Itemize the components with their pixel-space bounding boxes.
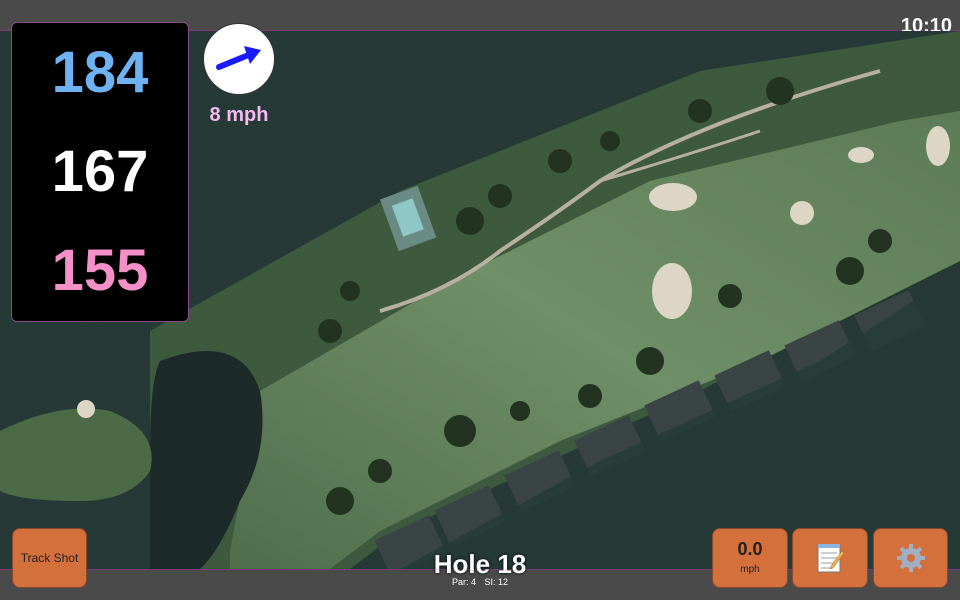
front-yardage: 155 bbox=[51, 238, 149, 304]
wind-direction-arrow-icon bbox=[216, 46, 261, 70]
track-shot-button[interactable]: Track Shot bbox=[12, 528, 87, 588]
track-shot-label: Track Shot bbox=[20, 551, 79, 565]
wind-speed: 8 mph bbox=[209, 104, 269, 126]
back-yardage: 184 bbox=[51, 39, 149, 105]
hole-par: Par: 4 bbox=[451, 577, 476, 587]
hole-stroke-index: SI: 12 bbox=[484, 577, 509, 587]
speed-value: 0.0 bbox=[737, 539, 763, 559]
speed-unit: mph bbox=[740, 564, 760, 575]
yardage-panel: 184 167 155 bbox=[11, 22, 189, 322]
settings-button[interactable] bbox=[873, 528, 948, 588]
hole-title: Hole 18 bbox=[433, 549, 527, 579]
wind-indicator bbox=[203, 23, 275, 95]
middle-yardage: 167 bbox=[51, 138, 149, 204]
notepad-icon bbox=[817, 544, 845, 573]
gear-icon bbox=[896, 544, 925, 572]
shot-speed-button[interactable]: 0.0 mph bbox=[712, 528, 788, 588]
notes-button[interactable] bbox=[792, 528, 868, 588]
hole-info: Par: 4 SI: 12 bbox=[380, 577, 580, 587]
